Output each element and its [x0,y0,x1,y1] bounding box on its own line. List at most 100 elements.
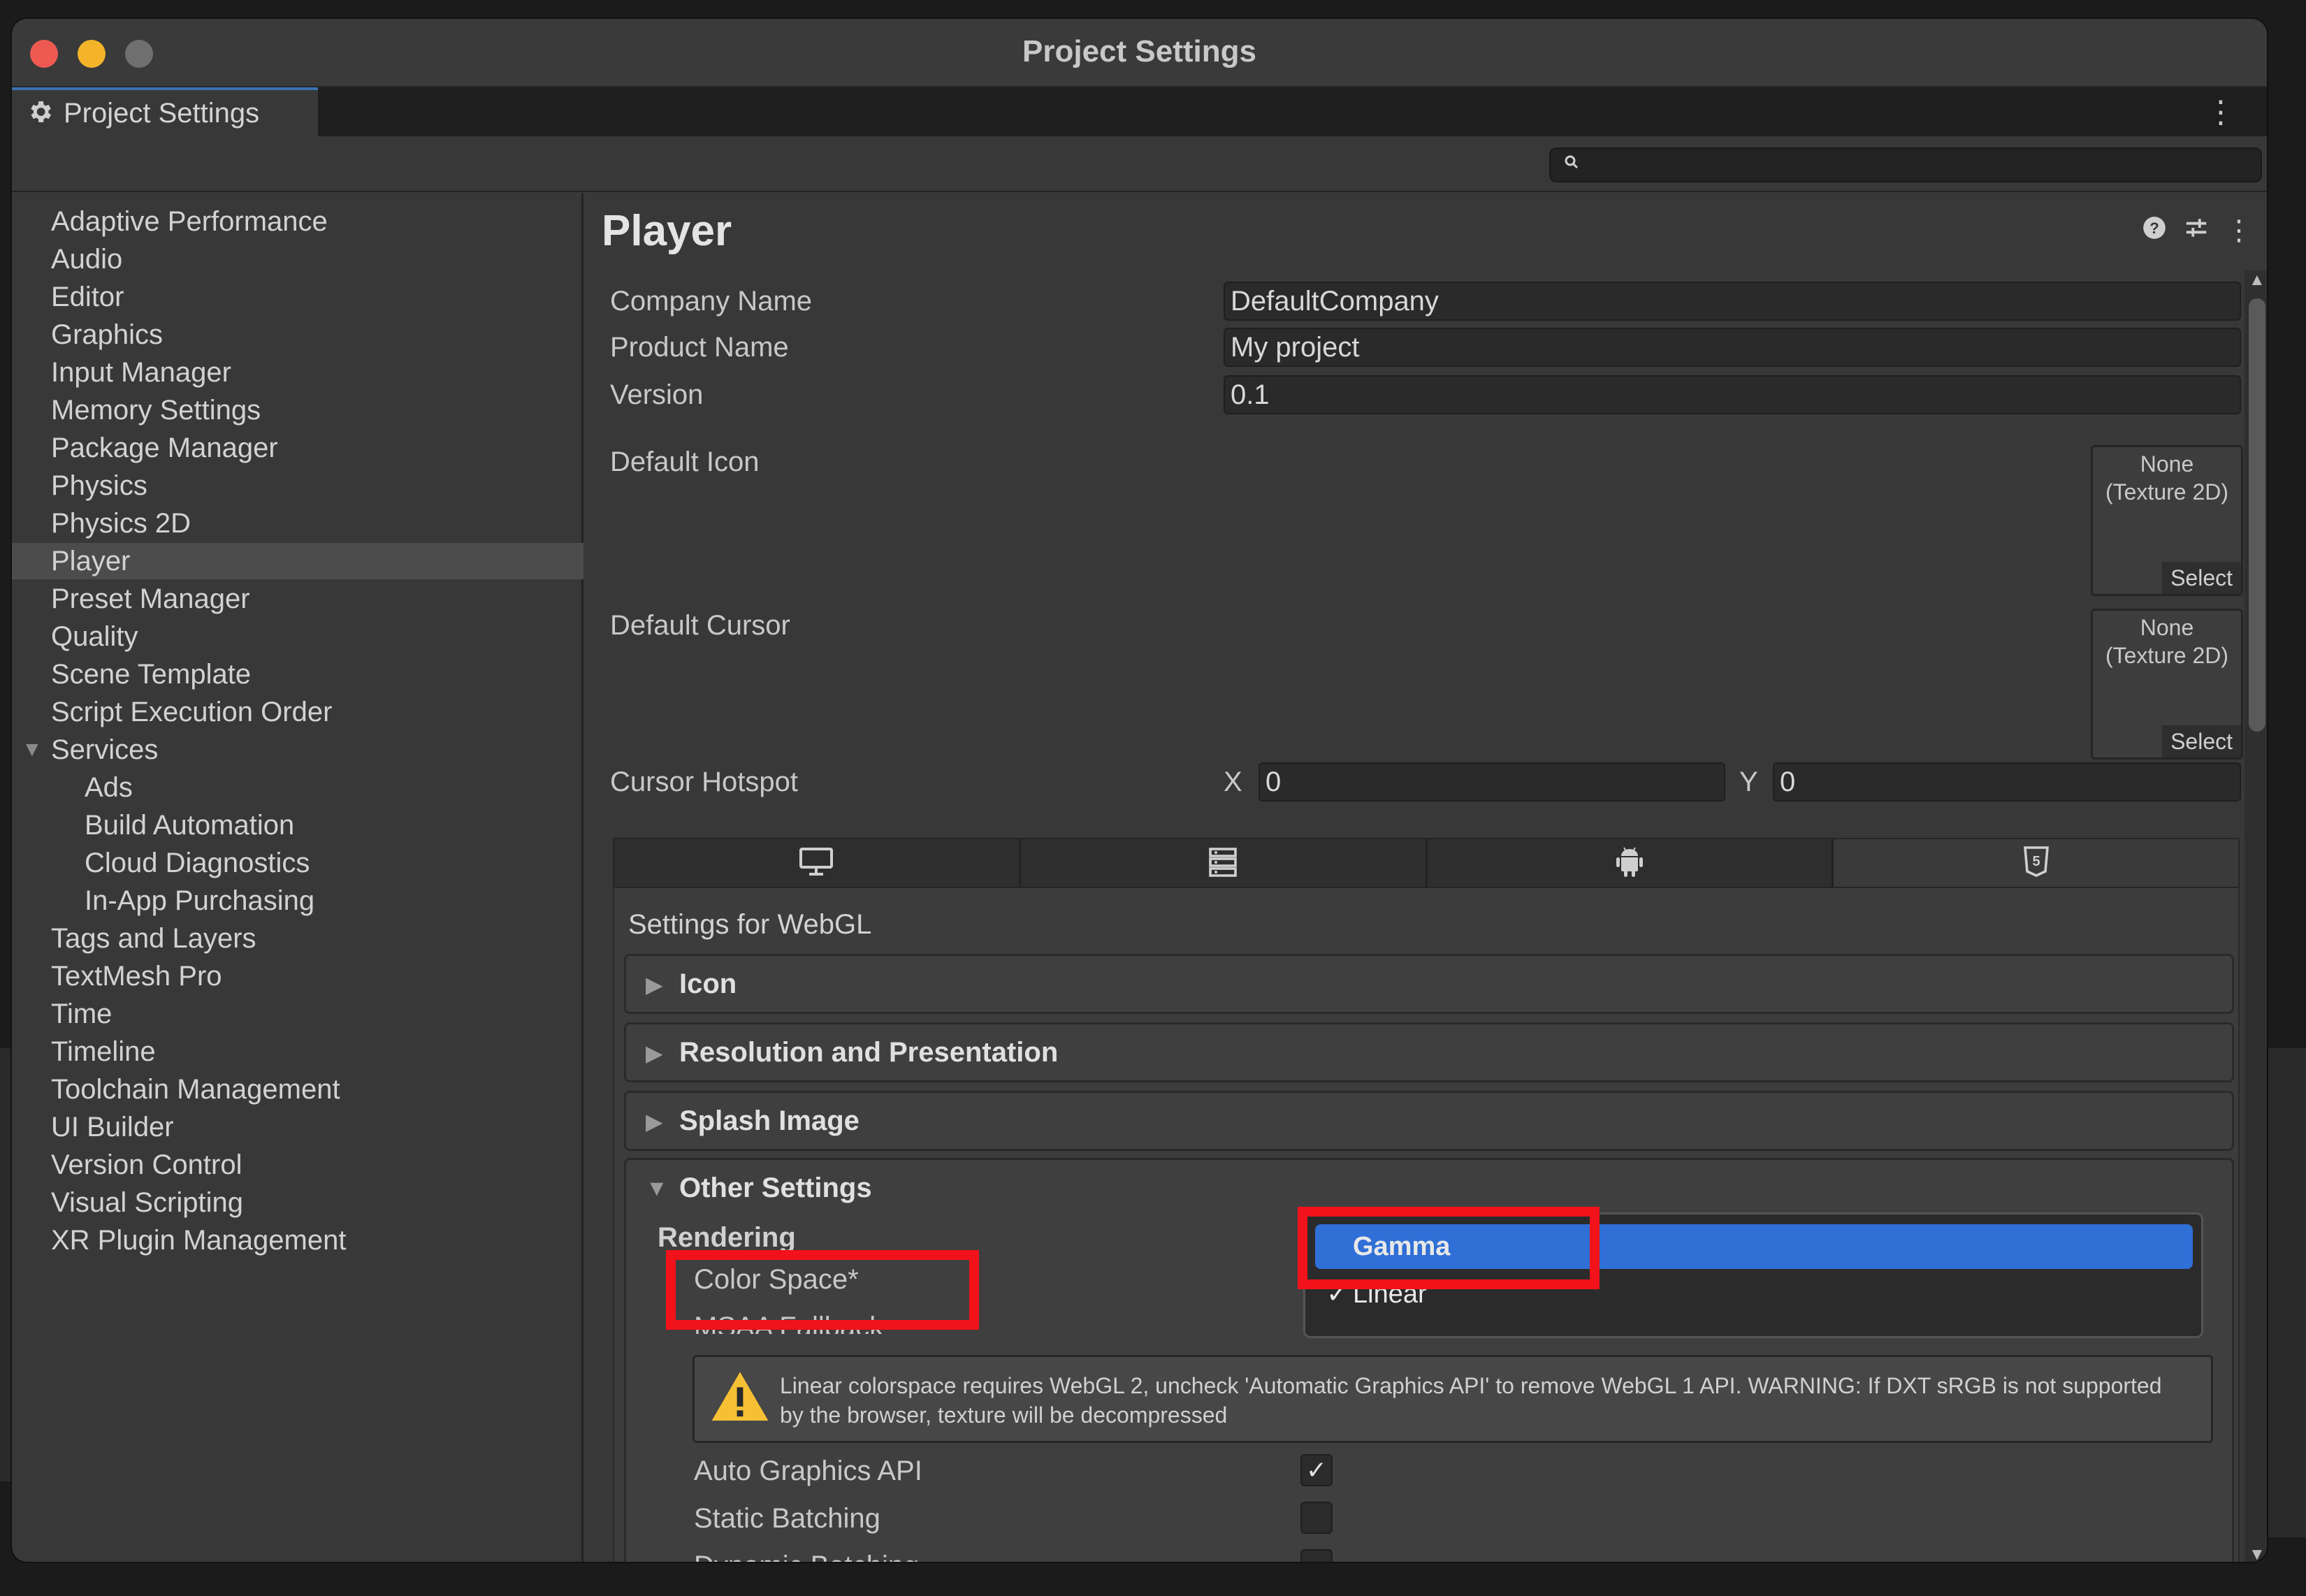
expand-arrow-icon: ▶ [646,972,663,997]
html5-icon: 5 [2022,845,2050,882]
sidebar-item-build-automation[interactable]: Build Automation [12,807,583,843]
expand-arrow-icon: ▶ [646,1109,663,1134]
more-options-icon[interactable]: ⋮ [2225,215,2253,248]
company-name-field[interactable]: DefaultCompany [1224,282,2241,321]
collapse-arrow-icon[interactable]: ▼ [646,1175,668,1201]
dynamic-batching-checkbox[interactable] [1300,1549,1333,1562]
settings-sidebar: Adaptive Performance Audio Editor Graphi… [12,194,583,1562]
svg-text:5: 5 [2032,854,2040,869]
hotspot-x-field[interactable]: 0 [1259,762,1725,801]
sidebar-item-script-execution-order[interactable]: Script Execution Order [12,694,583,730]
sidebar-item-player[interactable]: Player [12,543,583,579]
sidebar-item-visual-scripting[interactable]: Visual Scripting [12,1184,583,1221]
dynamic-batching-label: Dynamic Batching [694,1551,919,1562]
search-icon [1563,153,1580,175]
tab-project-settings[interactable]: Project Settings [12,87,318,136]
foldout-icon[interactable]: ▶ Icon [624,954,2234,1014]
settings-for-label: Settings for WebGL [628,909,872,940]
sidebar-item-editor[interactable]: Editor [12,279,583,315]
sidebar-item-ads[interactable]: Ads [12,769,583,806]
checkmark-icon: ✓ [1305,1456,1328,1484]
sidebar-item-textmesh-pro[interactable]: TextMesh Pro [12,958,583,994]
sidebar-item-package-manager[interactable]: Package Manager [12,430,583,466]
rendering-heading: Rendering [658,1222,796,1253]
background-right-strip [2268,1048,2306,1537]
sidebar-item-input-manager[interactable]: Input Manager [12,354,583,391]
version-field[interactable]: 0.1 [1224,375,2241,414]
background-left-strip [0,1048,10,1481]
warning-icon [709,1367,771,1432]
hotspot-y-label: Y [1739,767,1758,797]
sidebar-item-physics[interactable]: Physics [12,467,583,504]
tab-bar: Project Settings ⋮ [12,87,2267,136]
default-cursor-select-button[interactable]: Select [2162,725,2241,757]
hotspot-y-field[interactable]: 0 [1773,762,2241,801]
sidebar-item-audio[interactable]: Audio [12,241,583,277]
company-name-label: Company Name [610,286,813,317]
default-cursor-texture-slot[interactable]: None (Texture 2D) Select [2091,609,2243,760]
svg-text:?: ? [2149,219,2159,237]
expand-arrow-icon[interactable]: ▼ [22,732,43,768]
player-settings-panel: Player ? ⋮ Company Name DefaultCompany P… [586,194,2267,1562]
tab-label: Project Settings [64,97,260,129]
vertical-scrollbar[interactable]: ▲ ▼ [2245,270,2267,1562]
sidebar-item-ui-builder[interactable]: UI Builder [12,1109,583,1145]
page-title: Player [602,207,732,255]
scroll-up-icon[interactable]: ▲ [2249,270,2265,290]
sidebar-item-adaptive-performance[interactable]: Adaptive Performance [12,203,583,240]
sidebar-item-xr-plugin-management[interactable]: XR Plugin Management [12,1222,583,1258]
sidebar-item-timeline[interactable]: Timeline [12,1033,583,1070]
search-input[interactable] [1549,147,2262,182]
tab-platform-webgl[interactable]: 5 [1834,839,2238,887]
hotspot-x-label: X [1224,767,1242,797]
auto-graphics-api-label: Auto Graphics API [694,1456,922,1486]
texture-type-text: (Texture 2D) [2105,479,2229,505]
texture-none-text: None [2140,451,2194,477]
sidebar-item-time[interactable]: Time [12,996,583,1032]
sidebar-item-preset-manager[interactable]: Preset Manager [12,581,583,617]
help-icon[interactable]: ? [2141,215,2168,248]
default-icon-select-button[interactable]: Select [2162,562,2241,594]
sidebar-item-graphics[interactable]: Graphics [12,317,583,353]
scrollbar-thumb[interactable] [2249,298,2265,732]
version-label: Version [610,379,704,410]
gear-icon [26,98,54,129]
texture-none-text: None [2140,615,2194,640]
product-name-field[interactable]: My project [1224,328,2241,367]
product-name-label: Product Name [610,332,789,363]
tab-platform-desktop[interactable] [614,839,1021,887]
desktop-icon [798,846,834,880]
default-icon-label: Default Icon [610,447,760,477]
sidebar-item-in-app-purchasing[interactable]: In-App Purchasing [12,883,583,919]
auto-graphics-api-checkbox[interactable]: ✓ [1300,1454,1333,1486]
platform-tabs: 5 [613,838,2240,888]
scroll-down-icon[interactable]: ▼ [2249,1545,2265,1562]
sidebar-item-toolchain-management[interactable]: Toolchain Management [12,1071,583,1108]
header-icons: ? ⋮ [2141,215,2253,248]
foldout-splash-image[interactable]: ▶ Splash Image [624,1091,2234,1151]
sidebar-item-version-control[interactable]: Version Control [12,1147,583,1183]
sidebar-item-tags-and-layers[interactable]: Tags and Layers [12,920,583,957]
foldout-resolution-and-presentation[interactable]: ▶ Resolution and Presentation [624,1022,2234,1082]
sidebar-item-physics-2d[interactable]: Physics 2D [12,505,583,542]
expand-arrow-icon: ▶ [646,1040,663,1066]
more-options-icon[interactable]: ⋮ [2205,94,2236,130]
server-icon [1208,846,1238,880]
texture-type-text: (Texture 2D) [2105,643,2229,668]
sidebar-item-cloud-diagnostics[interactable]: Cloud Diagnostics [12,845,583,881]
sidebar-item-quality[interactable]: Quality [12,618,583,655]
title-bar: Project Settings [12,19,2267,87]
preset-sliders-icon[interactable] [2183,215,2210,248]
search-row [12,136,2267,192]
default-icon-texture-slot[interactable]: None (Texture 2D) Select [2091,445,2243,596]
tab-platform-android[interactable] [1428,839,1834,887]
project-settings-window: Project Settings Project Settings ⋮ Adap… [10,17,2268,1563]
linear-colorspace-warning: Linear colorspace requires WebGL 2, unch… [692,1355,2213,1443]
cursor-hotspot-label: Cursor Hotspot [610,767,798,797]
sidebar-item-memory-settings[interactable]: Memory Settings [12,392,583,428]
sidebar-item-services[interactable]: ▼ Services [12,732,583,768]
static-batching-checkbox[interactable] [1300,1502,1333,1534]
sidebar-item-scene-template[interactable]: Scene Template [12,656,583,692]
tab-platform-server[interactable] [1021,839,1428,887]
static-batching-label: Static Batching [694,1503,880,1534]
